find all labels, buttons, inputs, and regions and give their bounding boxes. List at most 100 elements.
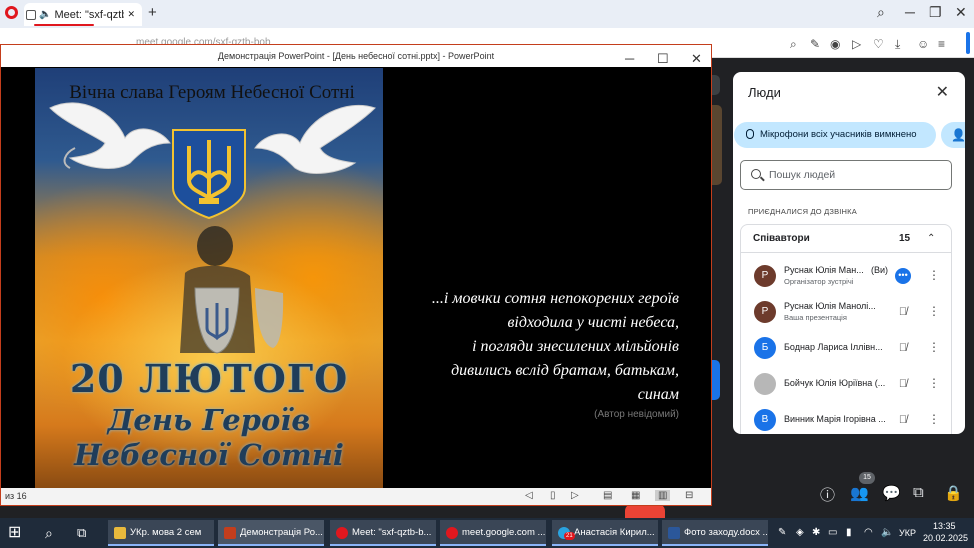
participant-tile[interactable] (712, 105, 722, 185)
participant-tile[interactable] (712, 360, 720, 400)
host-controls-icon[interactable]: 🔒 (944, 484, 963, 502)
chat-tray-icon[interactable]: ◈ (796, 527, 804, 538)
taskbar-app-opera-meet[interactable]: Meet: "sxf-qztb-b... (330, 520, 436, 546)
participant-tile[interactable] (712, 75, 720, 95)
more-options-icon[interactable]: ⋮ (928, 340, 940, 354)
wifi-icon[interactable]: ◠ (864, 527, 873, 538)
quote-line: і погляди знесилених мільйонів (472, 338, 679, 355)
group-count: 15 (899, 233, 911, 244)
heart-icon[interactable]: ♡ (873, 37, 884, 51)
people-icon[interactable]: 👥 (850, 484, 869, 502)
participant-row[interactable]: Бойчук Юлія Юріївна (... 🎙̸ ⋮ (741, 367, 951, 403)
reading-view-icon[interactable]: ▥ (655, 490, 671, 501)
taskbar-app-label: Анастасія Кирил... (574, 527, 655, 538)
volume-icon[interactable]: 🔈 (881, 527, 893, 538)
search-page-icon[interactable]: ⌕ (790, 37, 797, 52)
activities-icon[interactable]: ⧉ (913, 484, 924, 501)
browser-search-icon[interactable]: ⌕ (877, 4, 885, 21)
more-options-icon[interactable]: ⋮ (928, 412, 940, 426)
browser-minimize-button[interactable]: ─ (905, 4, 915, 20)
search-placeholder: Пошук людей (769, 169, 836, 181)
participant-row[interactable]: В Винник Марія Ігорівна ... 🎙̸ ⋮ (741, 403, 951, 434)
menu-icon[interactable]: ≡ (938, 37, 945, 51)
language-indicator[interactable]: УКР (899, 528, 916, 538)
mute-all-chip[interactable]: Мікрофони всіх учасників вимкнено (734, 122, 936, 148)
slide-sorter-icon[interactable]: ▯ (550, 490, 556, 501)
participant-row[interactable]: Б Боднар Лариса Іллівн... 🎙̸ ⋮ (741, 331, 951, 367)
battery-icon[interactable]: ▮ (846, 527, 852, 538)
joined-section-label: ПРИЄДНАЛИСЯ ДО ДЗВІНКА (748, 207, 857, 216)
taskbar-app-folder[interactable]: УКр. мова 2 сем (108, 520, 214, 546)
tab-close-icon[interactable]: ✕ (127, 9, 135, 20)
participant-row[interactable]: Р Руснак Юлія Ман... Організатор зустріч… (741, 259, 951, 295)
ppt-title-bar: Демонстрація PowerPoint - [День небесної… (1, 45, 711, 67)
pen-icon[interactable]: ✎ (778, 527, 786, 538)
browser-close-button[interactable]: ✕ (955, 4, 967, 21)
clock-date[interactable]: 20.02.2025 (923, 533, 968, 543)
participant-name: Руснак Юлія Манолі... (784, 301, 876, 311)
chat-icon[interactable]: 💬 (882, 484, 901, 502)
clock-time[interactable]: 13:35 (933, 521, 956, 531)
task-view-icon[interactable]: ⧉ (77, 520, 93, 546)
taskbar-app-label: meet.google.com ... (462, 527, 546, 538)
end-call-button[interactable] (625, 504, 665, 518)
tab-copy-icon (26, 9, 36, 20)
presentation-slide[interactable]: Вічна слава Героям Небесної Сотні 20 ЛЮТ… (1, 67, 711, 488)
browser-tab-meet[interactable]: 🔈 Meet: "sxf-qztb-bo ✕ (24, 3, 142, 497)
powerpoint-icon (224, 527, 236, 539)
taskbar-app-label: Демонстрація Ро... (240, 527, 323, 538)
download-icon[interactable]: ⤓ (895, 37, 900, 52)
play-icon[interactable]: ▷ (852, 37, 861, 51)
panel-title: Люди (748, 85, 781, 100)
more-options-icon[interactable]: ⋮ (928, 376, 940, 390)
meeting-info-icon[interactable]: ⓘ (820, 484, 835, 505)
taskbar-app-telegram[interactable]: 21 Анастасія Кирил... (552, 520, 658, 546)
slideshow-view-icon[interactable]: ⊟ (685, 490, 693, 501)
opera-icon (336, 527, 348, 539)
poster-day-line-1: День Героїв (107, 403, 311, 437)
opera-logo-icon[interactable] (5, 6, 18, 19)
participant-name: Винник Марія Ігорівна ... (784, 414, 886, 424)
search-icon (751, 169, 761, 179)
normal-view-icon[interactable]: ▤ (603, 490, 612, 501)
taskbar-app-label: Фото заходу.docx ... (684, 527, 768, 538)
windows-start-icon[interactable]: ⊞ (8, 520, 26, 546)
quote-line: дивились вслід братам, батькам, (451, 362, 679, 379)
participant-row[interactable]: Р Руснак Юлія Манолі... Ваша презентація… (741, 295, 951, 331)
camera-icon[interactable]: ◉ (830, 37, 840, 51)
add-people-button[interactable]: 👤 (941, 122, 965, 148)
panel-close-button[interactable]: ✕ (936, 82, 949, 102)
more-options-icon[interactable]: ⋮ (928, 304, 940, 318)
taskbar-app-powerpoint[interactable]: Демонстрація Ро... (218, 520, 324, 546)
microphone-icon (746, 129, 754, 139)
dove-right-icon (254, 104, 376, 174)
mic-off-icon: 🎙̸ (898, 378, 908, 390)
grid-view-icon[interactable]: ▦ (631, 490, 640, 501)
browser-maximize-button[interactable]: ❐ (929, 4, 942, 21)
taskbar-search-icon[interactable]: ⌕ (45, 520, 59, 546)
mic-off-icon: 🎙̸ (898, 414, 908, 426)
bluetooth-icon[interactable]: ✱ (812, 527, 820, 538)
taskbar-app-word[interactable]: Фото заходу.docx ... (662, 520, 768, 546)
word-icon (668, 527, 680, 539)
group-header[interactable]: Співавтори 15 ⌃ (741, 225, 951, 253)
new-tab-button[interactable]: + (148, 4, 157, 21)
edit-icon[interactable]: ✎ (810, 37, 820, 51)
speaker-icon[interactable]: 🔈 (39, 9, 51, 20)
avatar: Б (754, 337, 776, 359)
mic-off-icon: 🎙̸ (898, 342, 908, 354)
people-search-input[interactable]: Пошук людей (740, 160, 952, 190)
account-icon[interactable]: ☺ (917, 37, 929, 51)
tab-title: Meet: "sxf-qztb-bo (54, 8, 125, 21)
quote-line: ...і мовчки сотня непокорених героїв (431, 290, 679, 307)
more-options-icon[interactable]: ⋮ (928, 268, 940, 282)
prev-slide-icon[interactable]: ◁ (525, 490, 533, 501)
you-label: (Ви) (871, 265, 889, 275)
quote-author: (Автор невідомий) (594, 409, 679, 420)
display-icon[interactable]: ▭ (828, 527, 837, 538)
mute-all-label: Мікрофони всіх учасників вимкнено (760, 129, 917, 140)
next-slide-icon[interactable]: ▷ (571, 490, 579, 501)
opera-icon (446, 527, 458, 539)
chevron-up-icon[interactable]: ⌃ (927, 233, 935, 244)
taskbar-app-opera-meet-2[interactable]: meet.google.com ... (440, 520, 546, 546)
